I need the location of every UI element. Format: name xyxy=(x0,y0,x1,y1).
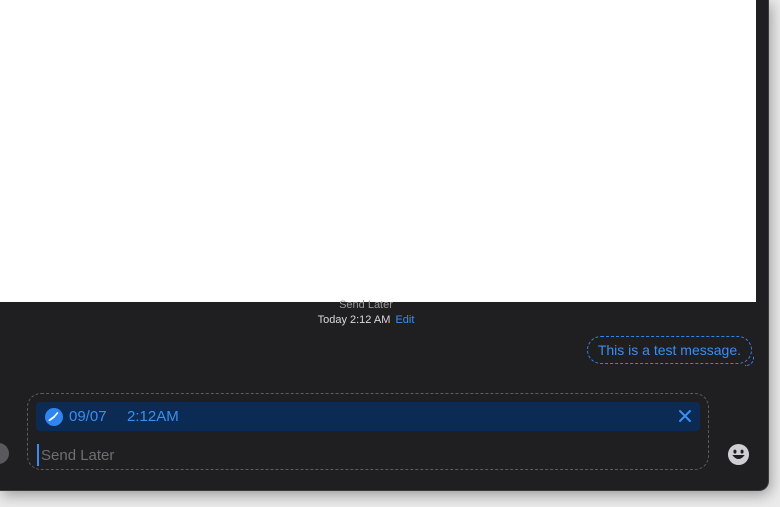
edit-link[interactable]: Edit xyxy=(395,314,414,326)
scheduled-info: Send Later Today 2:12 AM Edit xyxy=(0,298,732,328)
content-pane xyxy=(0,0,756,302)
schedule-date[interactable]: 09/07 xyxy=(69,402,107,431)
emoji-icon[interactable] xyxy=(727,443,750,466)
message-input[interactable] xyxy=(37,444,681,466)
scheduled-time-line: Today 2:12 AM Edit xyxy=(0,313,732,328)
schedule-time[interactable]: 2:12AM xyxy=(127,402,179,431)
message-bubble[interactable]: This is a test message. xyxy=(586,336,752,364)
message-bubble-tail xyxy=(745,356,754,366)
messages-window: Send Later Today 2:12 AM Edit This is a … xyxy=(0,0,769,491)
scheduled-when: Today 2:12 AM xyxy=(317,314,391,326)
close-icon[interactable] xyxy=(678,409,692,423)
apps-button[interactable] xyxy=(0,443,9,464)
compose-field: 09/07 2:12AM xyxy=(27,393,709,470)
schedule-bar[interactable]: 09/07 2:12AM xyxy=(36,402,700,431)
scheduled-label: Send Later xyxy=(339,299,393,311)
clock-icon[interactable] xyxy=(45,408,63,426)
message-text: This is a test message. xyxy=(597,342,741,358)
